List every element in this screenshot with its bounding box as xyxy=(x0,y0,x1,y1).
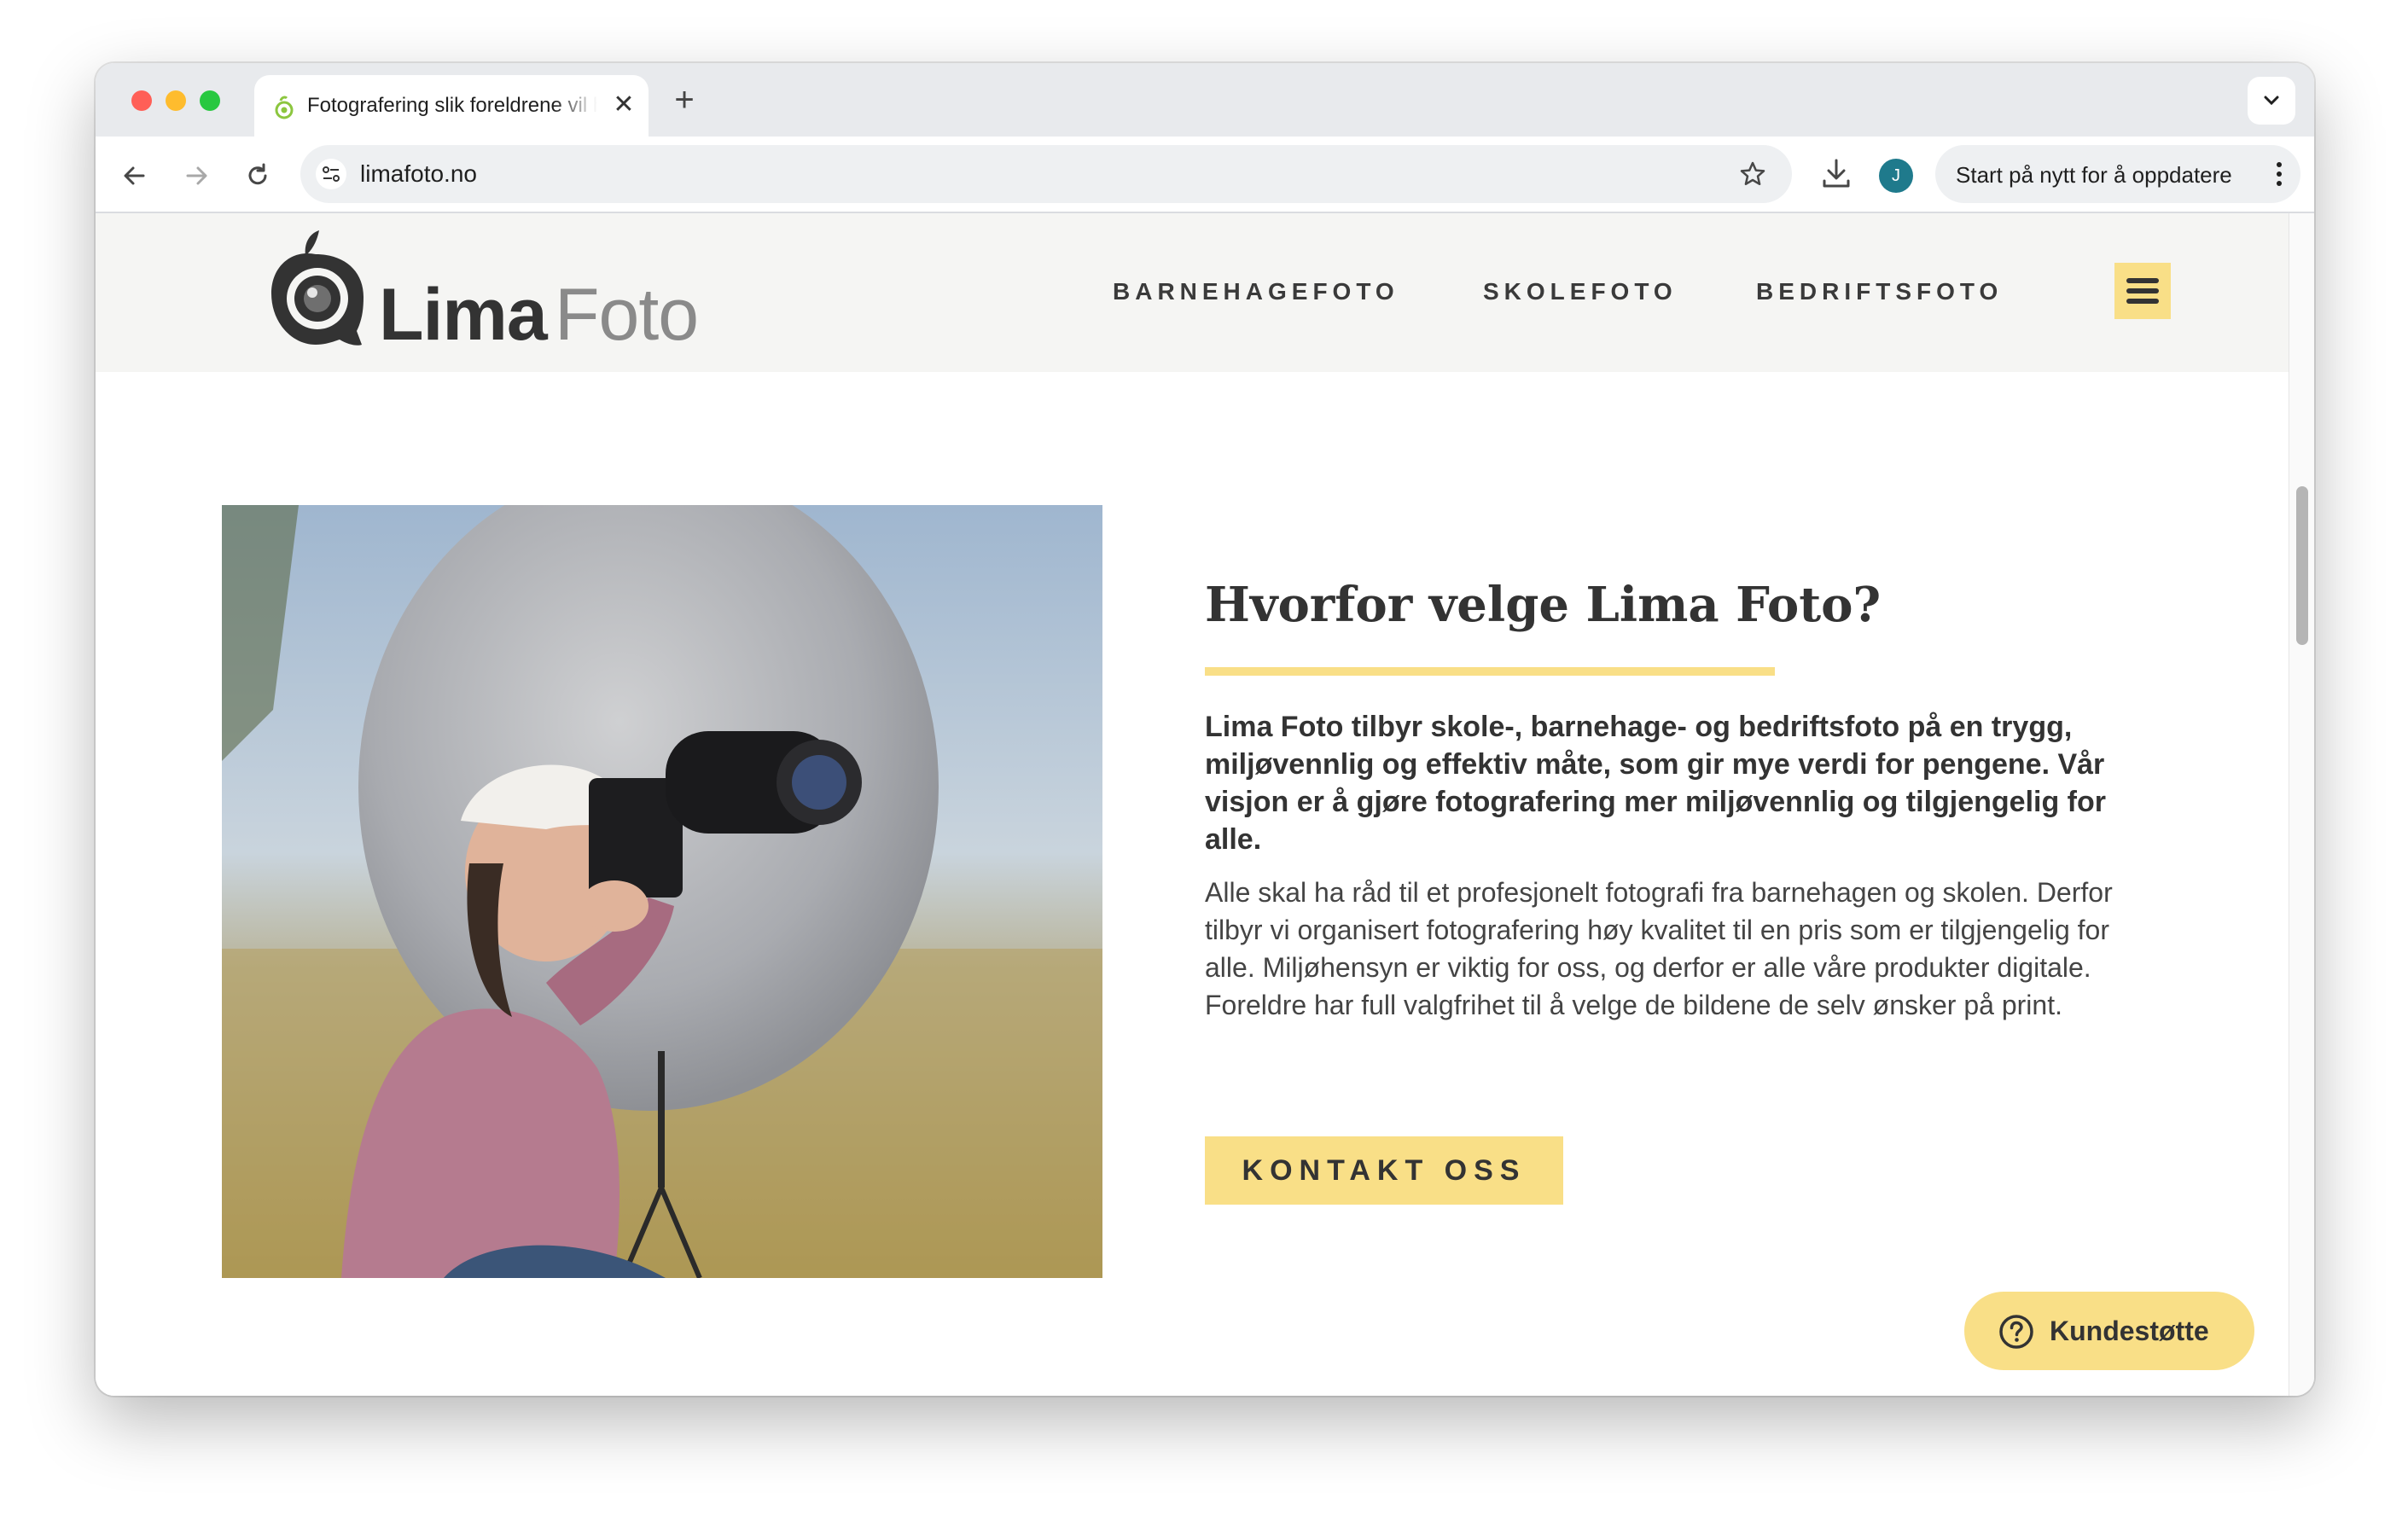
address-bar[interactable]: limafoto.no xyxy=(300,145,1792,203)
page-viewport: Lima Foto BARNEHAGEFOTO SKOLEFOTO BEDRIF… xyxy=(96,213,2314,1396)
tab-active[interactable]: Fotografering slik foreldrene vil ha det… xyxy=(254,75,649,137)
site-logo[interactable]: Lima Foto xyxy=(266,229,710,357)
tab-strip: Fotografering slik foreldrene vil ha det… xyxy=(96,63,2314,137)
logo-wordmark-primary: Lima xyxy=(379,274,548,356)
browser-toolbar: limafoto.no J Start på nytt for å oppdat… xyxy=(96,137,2314,213)
minimize-window-button[interactable] xyxy=(166,90,186,111)
update-label: Start på nytt for å oppdatere xyxy=(1956,162,2232,188)
lima-favicon-icon xyxy=(275,96,294,119)
customer-support-button[interactable]: Kundestøtte xyxy=(1964,1292,2254,1370)
body-paragraph: Alle skal ha råd til et profesjonelt fot… xyxy=(1205,877,2113,1020)
reload-icon[interactable] xyxy=(241,159,275,193)
tune-icon xyxy=(323,166,340,182)
bookmark-star-icon[interactable] xyxy=(1737,159,1768,189)
menu-bar-icon xyxy=(2126,278,2159,283)
browser-window: Fotografering slik foreldrene vil ha det… xyxy=(96,63,2314,1396)
back-arrow-icon[interactable] xyxy=(118,159,152,193)
support-label: Kundestøtte xyxy=(2050,1316,2209,1346)
page-scrollbar[interactable] xyxy=(2289,213,2314,1396)
photographer-photo xyxy=(222,505,1102,1278)
lead-paragraph: Lima Foto tilbyr skole-, barnehage- og b… xyxy=(1205,711,2107,856)
hamburger-menu-button[interactable] xyxy=(2114,263,2171,319)
contact-button[interactable]: KONTAKT OSS xyxy=(1205,1136,1563,1205)
site-info-button[interactable] xyxy=(316,159,346,189)
help-circle-icon xyxy=(1999,1315,2033,1349)
tab-title: Fotografering slik foreldrene vil ha det xyxy=(307,94,597,117)
url-text[interactable]: limafoto.no xyxy=(360,160,477,188)
close-window-button[interactable] xyxy=(131,90,152,111)
menu-bar-icon xyxy=(2126,299,2159,304)
close-tab-icon[interactable]: ✕ xyxy=(611,92,637,118)
photographer-illustration xyxy=(222,505,1102,1278)
nav-barnehagefoto[interactable]: BARNEHAGEFOTO xyxy=(1113,278,1399,305)
chevron-down-icon xyxy=(2264,96,2279,106)
scrollbar-thumb[interactable] xyxy=(2296,486,2308,645)
nav-skolefoto[interactable]: SKOLEFOTO xyxy=(1483,278,1678,305)
tab-search-button[interactable] xyxy=(2248,77,2295,125)
site-header: Lima Foto BARNEHAGEFOTO SKOLEFOTO BEDRIF… xyxy=(96,213,2289,372)
zoom-window-button[interactable] xyxy=(200,90,220,111)
relaunch-update-button[interactable]: Start på nytt for å oppdatere xyxy=(1935,145,2300,203)
profile-avatar[interactable]: J xyxy=(1879,159,1913,193)
section-heading: Hvorfor velge Lima Foto? xyxy=(1205,577,1882,633)
more-vert-icon xyxy=(2277,162,2282,186)
menu-bar-icon xyxy=(2126,288,2159,293)
camera-apple-logo-icon xyxy=(271,230,364,346)
logo-wordmark-secondary: Foto xyxy=(555,274,699,356)
heading-underline xyxy=(1205,667,1775,676)
forward-arrow-icon[interactable] xyxy=(179,159,213,193)
new-tab-button[interactable]: + xyxy=(669,83,700,117)
download-icon[interactable] xyxy=(1819,155,1853,193)
nav-bedriftsfoto[interactable]: BEDRIFTSFOTO xyxy=(1756,278,2003,305)
